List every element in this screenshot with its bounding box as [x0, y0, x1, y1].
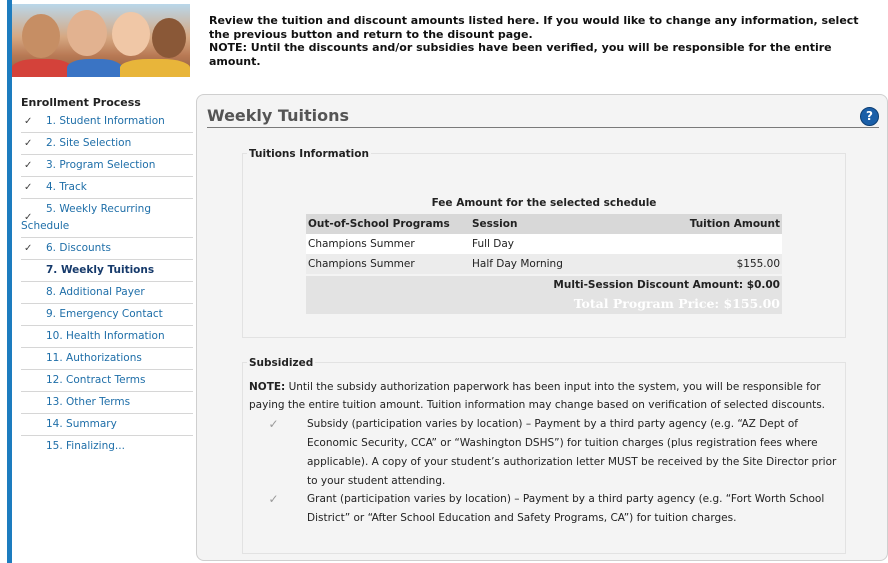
price-summary: Multi-Session Discount Amount: $0.00 Tot…: [306, 276, 782, 314]
sidebar-item-track[interactable]: ✓ 4. Track: [21, 177, 193, 199]
cell-program: Champions Summer: [306, 234, 470, 254]
subsidized-legend: Subsidized: [247, 357, 316, 369]
sidebar-item-label: 8. Additional Payer: [46, 286, 145, 298]
help-icon[interactable]: ?: [860, 107, 879, 126]
sidebar-item-additional-payer[interactable]: 8. Additional Payer: [21, 282, 193, 304]
sidebar-item-label: 1. Student Information: [46, 115, 165, 127]
sidebar-item-label: 11. Authorizations: [46, 352, 142, 364]
check-icon: ✓: [24, 182, 33, 193]
sidebar-item-label: 7. Weekly Tuitions: [46, 264, 155, 276]
left-accent-bar: [7, 0, 12, 563]
check-icon: ✓: [24, 212, 33, 223]
sidebar-item-summary[interactable]: 14. Summary: [21, 414, 193, 436]
sidebar-item-health-information[interactable]: 10. Health Information: [21, 326, 193, 348]
grant-option-text: Grant (participation varies by location)…: [307, 493, 825, 524]
table-row: Champions Summer Full Day: [306, 234, 782, 254]
tuitions-table: Out-of-School Programs Session Tuition A…: [306, 214, 782, 274]
check-icon: ✓: [24, 116, 33, 127]
check-icon: ✓: [24, 160, 33, 171]
intro-text: Review the tuition and discount amounts …: [209, 14, 879, 68]
check-icon: ✓: [24, 243, 33, 254]
sidebar-item-label: 5. Weekly Recurring: [46, 203, 151, 215]
sidebar-item-label: 13. Other Terms: [46, 396, 131, 408]
weekly-tuitions-panel: Weekly Tuitions ? Tuitions Information F…: [196, 94, 888, 561]
title-divider: [207, 127, 879, 128]
sidebar-item-contract-terms[interactable]: 12. Contract Terms: [21, 370, 193, 392]
sidebar-item-site-selection[interactable]: ✓ 2. Site Selection: [21, 133, 193, 155]
cell-amount: [626, 234, 782, 254]
grant-checkbox[interactable]: ✓: [268, 493, 279, 505]
header-photo: [12, 4, 190, 77]
subsidy-note-text: Until the subsidy authorization paperwor…: [249, 381, 826, 411]
sidebar-item-label-continued: Schedule: [21, 220, 70, 232]
sidebar-item-weekly-tuitions[interactable]: 7. Weekly Tuitions: [21, 260, 193, 282]
table-header-row: Out-of-School Programs Session Tuition A…: [306, 214, 782, 234]
cell-amount: $155.00: [626, 254, 782, 274]
column-header-amount: Tuition Amount: [626, 214, 782, 234]
cell-session: Half Day Morning: [470, 254, 627, 274]
intro-instructions: Review the tuition and discount amounts …: [209, 14, 859, 41]
sidebar-item-label: 2. Site Selection: [46, 137, 132, 149]
enrollment-sidebar: Enrollment Process ✓ 1. Student Informat…: [21, 96, 193, 457]
subsidy-checkbox[interactable]: ✓: [268, 418, 279, 430]
sidebar-item-authorizations[interactable]: 11. Authorizations: [21, 348, 193, 370]
sidebar-item-label: 12. Contract Terms: [46, 374, 146, 386]
sidebar-item-label: 4. Track: [46, 181, 87, 193]
total-program-price: Total Program Price: $155.00: [573, 296, 780, 311]
sidebar-item-program-selection[interactable]: ✓ 3. Program Selection: [21, 155, 193, 177]
cell-program: Champions Summer: [306, 254, 470, 274]
sidebar-item-label: 9. Emergency Contact: [46, 308, 163, 320]
column-header-program: Out-of-School Programs: [306, 214, 470, 234]
sidebar-item-label: 10. Health Information: [46, 330, 165, 342]
sidebar-item-weekly-recurring-schedule[interactable]: ✓ 5. Weekly Recurring Schedule: [21, 199, 193, 238]
cell-session: Full Day: [470, 234, 627, 254]
column-header-session: Session: [470, 214, 627, 234]
sidebar-item-finalizing[interactable]: 15. Finalizing...: [21, 436, 193, 457]
subsidy-option-text: Subsidy (participation varies by locatio…: [307, 418, 837, 487]
sidebar-item-discounts[interactable]: ✓ 6. Discounts: [21, 238, 193, 260]
sidebar-item-label: 6. Discounts: [46, 242, 111, 254]
table-row: Champions Summer Half Day Morning $155.0…: [306, 254, 782, 274]
sidebar-item-label: 3. Program Selection: [46, 159, 156, 171]
sidebar-item-student-information[interactable]: ✓ 1. Student Information: [21, 111, 193, 133]
sidebar-item-other-terms[interactable]: 13. Other Terms: [21, 392, 193, 414]
tuitions-information-legend: Tuitions Information: [247, 148, 371, 160]
intro-note: NOTE: Until the discounts and/or subsidi…: [209, 41, 832, 68]
check-icon: ✓: [24, 138, 33, 149]
sidebar-item-label: 14. Summary: [46, 418, 117, 430]
sidebar-heading: Enrollment Process: [21, 96, 141, 109]
subsidy-note: NOTE: Until the subsidy authorization pa…: [249, 378, 839, 414]
fee-caption: Fee Amount for the selected schedule: [431, 197, 657, 209]
multi-session-discount: Multi-Session Discount Amount: $0.00: [553, 279, 780, 291]
panel-title: Weekly Tuitions: [207, 106, 349, 125]
sidebar-item-emergency-contact[interactable]: 9. Emergency Contact: [21, 304, 193, 326]
subsidy-note-label: NOTE:: [249, 381, 286, 393]
sidebar-item-label: 15. Finalizing...: [46, 440, 125, 452]
